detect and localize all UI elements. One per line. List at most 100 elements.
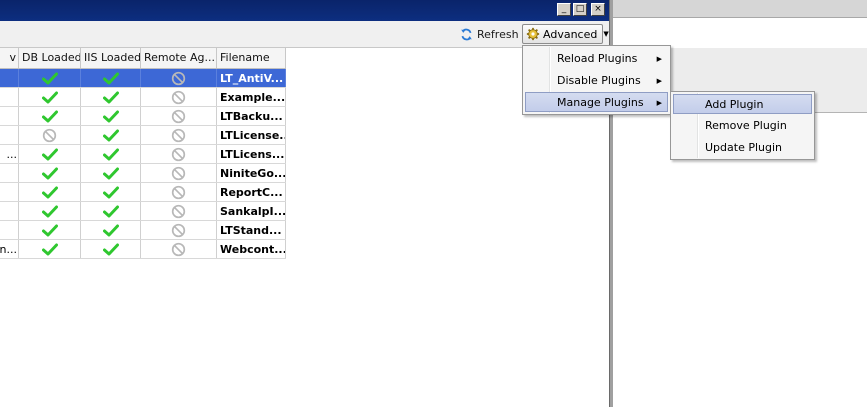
remote-status-cell [141, 88, 217, 106]
submenu-arrow-icon: ▶ [656, 77, 662, 85]
filename-cell: NiniteGo.... [217, 164, 286, 182]
check-icon [102, 110, 119, 123]
column-header-remote-agent[interactable]: Remote Ag... [141, 48, 217, 68]
filename-cell: SankalpI... [217, 202, 286, 220]
check-icon [41, 186, 58, 199]
gear-icon [526, 27, 540, 41]
menu-item-remove-plugin[interactable]: Remove Plugin [673, 116, 812, 136]
disabled-icon [171, 147, 186, 162]
manage-plugins-submenu: Add Plugin Remove Plugin Update Plugin [670, 91, 815, 160]
partial-column-cell: n... [0, 240, 19, 258]
window-title-bar[interactable]: _ □ × [0, 0, 609, 21]
advanced-label: Advanced [543, 27, 598, 41]
toolbar: Refresh Advanced ▼ [0, 21, 609, 48]
filename-cell: Webcont... [217, 240, 286, 258]
table-row[interactable]: LTLicense... [0, 126, 286, 145]
menu-item-update-plugin[interactable]: Update Plugin [673, 138, 812, 158]
iis-status-cell [81, 69, 141, 87]
disabled-icon [171, 223, 186, 238]
menu-item-reload-plugins[interactable]: Reload Plugins ▶ [525, 49, 668, 69]
partial-column-cell: ... [0, 145, 19, 163]
menu-item-label: Reload Plugins [557, 52, 638, 65]
db-status-cell [19, 240, 81, 258]
iis-status-cell [81, 145, 141, 163]
menu-item-label: Disable Plugins [557, 74, 641, 87]
plugin-grid-header: v DB Loaded IIS Loaded Remote Ag... File… [0, 48, 286, 69]
check-icon [102, 224, 119, 237]
disabled-icon [171, 109, 186, 124]
disabled-icon [171, 204, 186, 219]
remote-status-cell [141, 126, 217, 144]
minimize-button[interactable]: _ [557, 3, 571, 16]
db-status-cell [19, 145, 81, 163]
partial-column-cell [0, 183, 19, 201]
table-row[interactable]: Example... [0, 88, 286, 107]
check-icon [41, 110, 58, 123]
remote-status-cell [141, 69, 217, 87]
advanced-dropdown-button[interactable]: Advanced ▼ [522, 24, 609, 44]
table-row[interactable]: ReportC... [0, 183, 286, 202]
check-icon [41, 224, 58, 237]
close-button[interactable]: × [591, 3, 605, 16]
table-row[interactable]: SankalpI... [0, 202, 286, 221]
check-icon [102, 148, 119, 161]
table-row[interactable]: LTStand... [0, 221, 286, 240]
advanced-menu: Reload Plugins ▶ Disable Plugins ▶ Manag… [522, 45, 671, 115]
partial-column-cell [0, 221, 19, 239]
iis-status-cell [81, 164, 141, 182]
iis-status-cell [81, 221, 141, 239]
menu-item-disable-plugins[interactable]: Disable Plugins ▶ [525, 71, 668, 91]
partial-column-cell [0, 126, 19, 144]
db-status-cell [19, 88, 81, 106]
disabled-icon [171, 128, 186, 143]
db-status-cell [19, 69, 81, 87]
remote-status-cell [141, 240, 217, 258]
column-header-filename[interactable]: Filename [217, 48, 286, 68]
iis-status-cell [81, 202, 141, 220]
check-icon [102, 129, 119, 142]
remote-status-cell [141, 202, 217, 220]
column-header-iis-loaded[interactable]: IIS Loaded [81, 48, 141, 68]
filename-cell: ReportC... [217, 183, 286, 201]
plugin-manager-window: _ □ × Refresh Advanced ▼ v DB Loaded IIS… [0, 0, 609, 407]
check-icon [41, 205, 58, 218]
check-icon [41, 148, 58, 161]
check-icon [102, 186, 119, 199]
refresh-label: Refresh [477, 28, 519, 41]
partial-column-cell [0, 164, 19, 182]
table-row[interactable]: LT_AntiV... [0, 69, 286, 88]
db-status-cell [19, 107, 81, 125]
check-icon [102, 91, 119, 104]
refresh-icon [460, 28, 473, 41]
menu-item-label: Add Plugin [705, 98, 764, 111]
table-row[interactable]: NiniteGo.... [0, 164, 286, 183]
partial-column-cell [0, 69, 19, 87]
refresh-button[interactable]: Refresh [460, 26, 519, 43]
menu-item-manage-plugins[interactable]: Manage Plugins ▶ [525, 92, 668, 112]
filename-cell: LTLicense... [217, 126, 286, 144]
remote-status-cell [141, 183, 217, 201]
filename-cell: Example... [217, 88, 286, 106]
maximize-button[interactable]: □ [573, 3, 587, 16]
menu-item-add-plugin[interactable]: Add Plugin [673, 94, 812, 114]
filename-cell: LTBacku... [217, 107, 286, 125]
submenu-arrow-icon: ▶ [656, 99, 662, 107]
partial-column-cell [0, 202, 19, 220]
disabled-icon [171, 185, 186, 200]
submenu-arrow-icon: ▶ [656, 55, 662, 63]
check-icon [102, 72, 119, 85]
column-header-db-loaded[interactable]: DB Loaded [19, 48, 81, 68]
check-icon [102, 167, 119, 180]
table-row[interactable]: LTBacku... [0, 107, 286, 126]
column-header-partial[interactable]: v [0, 48, 19, 68]
check-icon [41, 72, 58, 85]
remote-status-cell [141, 145, 217, 163]
table-row[interactable]: ... LTLicens... [0, 145, 286, 164]
check-icon [102, 205, 119, 218]
menu-item-label: Remove Plugin [705, 119, 787, 132]
partial-column-cell [0, 107, 19, 125]
table-row[interactable]: n... Webcont... [0, 240, 286, 259]
disabled-icon [171, 242, 186, 257]
db-status-cell [19, 202, 81, 220]
remote-status-cell [141, 164, 217, 182]
